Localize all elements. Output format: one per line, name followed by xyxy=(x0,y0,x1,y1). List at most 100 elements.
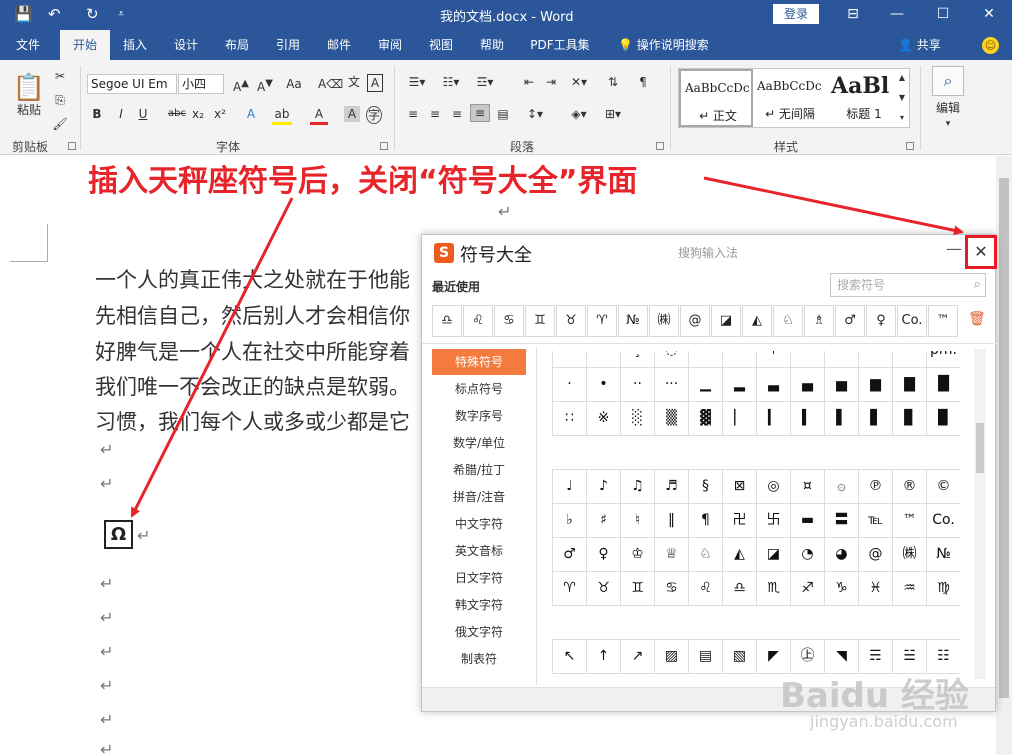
save-icon[interactable]: 💾 xyxy=(14,4,33,24)
symbol-cell[interactable]: ⊠ xyxy=(723,470,757,504)
style-no-spacing[interactable]: AaBbCcDc ↵ 无间隔 xyxy=(753,69,827,127)
editing-button[interactable]: 编辑 xyxy=(928,100,968,116)
symbol-cell[interactable]: ℡ xyxy=(859,504,893,538)
underline-icon[interactable]: U xyxy=(136,106,150,122)
symbol-cell[interactable]: ▤ xyxy=(689,640,723,674)
symbol-cell[interactable]: Co. xyxy=(927,504,960,538)
symbol-cell[interactable]: ◭ xyxy=(723,538,757,572)
tab-mailings[interactable]: 邮件 xyxy=(316,30,362,60)
align-left-icon[interactable]: ≡ xyxy=(404,106,422,122)
recent-symbol-cell[interactable]: ♎ xyxy=(432,305,462,337)
document-line[interactable]: 好脾气是一个人在社交中所能穿着 xyxy=(95,336,410,366)
symbol-cell[interactable]: 卐 xyxy=(757,504,791,538)
symbol-cell[interactable]: ˙ xyxy=(587,351,621,368)
symbol-cell[interactable]: ··· xyxy=(655,368,689,402)
symbol-cell[interactable]: ♭ xyxy=(553,504,587,538)
styles-launcher-icon[interactable] xyxy=(906,142,914,150)
highlight-icon[interactable]: ab xyxy=(272,106,292,125)
enclose-characters-icon[interactable]: 字 xyxy=(366,106,382,124)
recent-symbol-cell[interactable]: ♊ xyxy=(525,305,555,337)
symbol-cell[interactable]: ◪ xyxy=(757,538,791,572)
copy-icon[interactable]: ⎘ xyxy=(52,92,68,108)
symbol-cell[interactable]: ▒ xyxy=(655,402,689,436)
category-item[interactable]: 韩文字符 xyxy=(432,592,526,618)
increase-indent-icon[interactable]: ⇥ xyxy=(542,74,560,90)
category-item[interactable]: 拼音/注音 xyxy=(432,484,526,510)
search-icon[interactable]: ⌕ xyxy=(974,274,981,296)
symbol-cell[interactable]: ▓ xyxy=(689,402,723,436)
symbol-cell[interactable]: █ xyxy=(927,368,960,402)
symbol-cell[interactable]: ♍ xyxy=(927,572,960,606)
symbol-cell[interactable]: ♎ xyxy=(723,572,757,606)
paragraph-launcher-icon[interactable] xyxy=(656,142,664,150)
tab-help[interactable]: 帮助 xyxy=(469,30,515,60)
symbol-cell[interactable]: • xyxy=(587,368,621,402)
recent-symbol-cell[interactable]: @ xyxy=(680,305,710,337)
symbol-cell[interactable]: ↗ xyxy=(621,640,655,674)
align-right-icon[interactable]: ≡ xyxy=(448,106,466,122)
symbol-cell[interactable]: ＋ xyxy=(757,351,791,368)
document-line[interactable]: 先相信自己，然后别人才会相信你 xyxy=(95,300,410,330)
numbering-icon[interactable]: ☷▾ xyxy=(438,74,464,90)
symbol-cell[interactable]: ▉ xyxy=(927,402,960,436)
symbol-cell[interactable]: ▊ xyxy=(893,402,927,436)
symbol-cell[interactable]: § xyxy=(689,470,723,504)
recent-symbol-cell[interactable]: ♂ xyxy=(835,305,865,337)
document-line[interactable]: 我们唯一不会改正的缺点是软弱。 xyxy=(95,371,410,401)
symbol-cell[interactable]: @ xyxy=(859,538,893,572)
grow-font-icon[interactable]: A▲ xyxy=(232,76,250,95)
symbol-cell[interactable]: ¸ xyxy=(621,351,655,368)
maximize-window-button[interactable]: ☐ xyxy=(920,0,966,30)
symbol-cell[interactable]: ▇ xyxy=(893,368,927,402)
recent-symbol-cell[interactable]: ㈱ xyxy=(649,305,679,337)
category-item[interactable]: 英文音标 xyxy=(432,538,526,564)
symbol-cell[interactable]: ▋ xyxy=(859,402,893,436)
symbol-cell[interactable]: ♬ xyxy=(655,470,689,504)
recent-symbol-cell[interactable]: ♗ xyxy=(804,305,834,337)
document-line[interactable]: 一个人的真正伟大之处就在于他能 xyxy=(95,264,410,294)
italic-icon[interactable]: I xyxy=(114,106,128,122)
text-effects-icon[interactable]: A xyxy=(242,106,260,122)
symbol-cell[interactable]: ♐ xyxy=(791,572,825,606)
symbol-cell[interactable]: ▅ xyxy=(825,368,859,402)
category-item[interactable]: 中文字符 xyxy=(432,511,526,537)
shading-icon[interactable]: ◈▾ xyxy=(566,106,592,122)
shrink-font-icon[interactable]: A▼ xyxy=(256,76,274,95)
scrollbar-thumb[interactable] xyxy=(976,423,984,473)
symbol-cell[interactable]: ˇ xyxy=(893,351,927,368)
symbol-cell[interactable]: ▨ xyxy=(655,640,689,674)
symbol-cell[interactable]: ▧ xyxy=(723,640,757,674)
symbol-cell[interactable]: © xyxy=(927,470,960,504)
login-button[interactable]: 登录 xyxy=(773,4,819,24)
decrease-indent-icon[interactable]: ⇤ xyxy=(520,74,538,90)
symbol-cell[interactable]: － xyxy=(859,351,893,368)
recent-symbol-cell[interactable]: ◭ xyxy=(742,305,772,337)
trash-icon[interactable]: 🗑 xyxy=(968,311,986,327)
font-size-select[interactable]: 小四 xyxy=(178,74,224,94)
category-item[interactable]: 标点符号 xyxy=(432,376,526,402)
tell-me-search[interactable]: 💡 操作说明搜索 xyxy=(618,30,709,60)
symbol-cell[interactable]: ‐ xyxy=(825,351,859,368)
symbol-cell[interactable]: ♕ xyxy=(655,538,689,572)
clear-format-icon[interactable]: A⌫ xyxy=(318,76,343,92)
category-item[interactable]: 日文字符 xyxy=(432,565,526,591)
line-spacing-icon[interactable]: ↕▾ xyxy=(522,106,548,122)
symbol-cell[interactable]: 〓 xyxy=(825,504,859,538)
symbol-cell[interactable]: ♂ xyxy=(553,538,587,572)
symbol-cell[interactable]: ˊ xyxy=(689,351,723,368)
symbol-cell[interactable]: ♒ xyxy=(893,572,927,606)
dialog-scrollbar[interactable] xyxy=(974,349,986,679)
font-launcher-icon[interactable] xyxy=(380,142,388,150)
tab-home[interactable]: 开始 xyxy=(60,30,110,60)
symbol-cell[interactable]: · xyxy=(553,351,587,368)
symbol-cell[interactable]: ◔ xyxy=(791,538,825,572)
tab-design[interactable]: 设计 xyxy=(163,30,209,60)
tab-layout[interactable]: 布局 xyxy=(214,30,260,60)
symbol-cell[interactable]: ◌ xyxy=(655,351,689,368)
recent-symbol-cell[interactable]: Co. xyxy=(897,305,927,337)
character-shading-icon[interactable]: A xyxy=(344,106,360,122)
symbol-cell[interactable]: ♘ xyxy=(689,538,723,572)
find-icon[interactable]: ⌕ xyxy=(932,66,964,96)
borders-icon[interactable]: ⊞▾ xyxy=(600,106,626,122)
cut-icon[interactable]: ✂ xyxy=(52,68,68,84)
